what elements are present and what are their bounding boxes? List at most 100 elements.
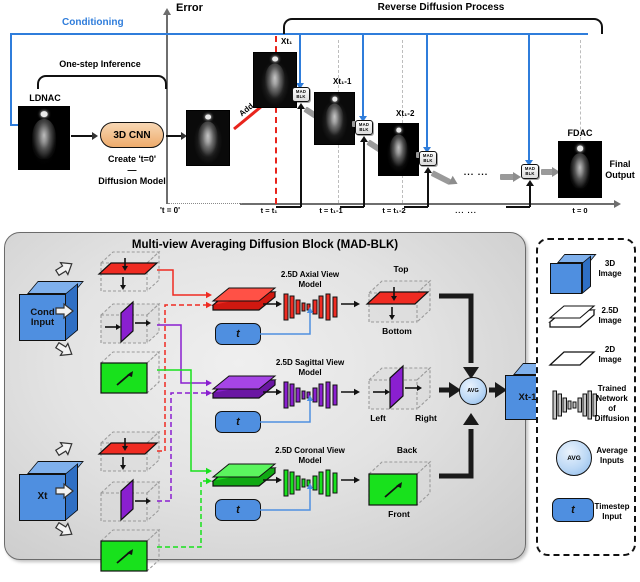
conditioning-label: Conditioning — [62, 17, 124, 28]
legend-avg-label-line1: Average — [596, 446, 628, 455]
xt1m2-state-label: Xt₁-2 — [396, 109, 415, 118]
t0-volume-marker — [205, 114, 211, 120]
final-output-line2: Output — [605, 170, 635, 180]
mad-blk-final-line2: BLK — [525, 170, 535, 176]
sagittal-model-title-line1: 2.5D Sagittal View — [275, 358, 345, 367]
xt-to-coronal-arrow-icon — [54, 521, 75, 544]
mad-blk-3-time-arrowhead — [423, 167, 432, 173]
mad-blk-3[interactable]: MAD BLK — [419, 151, 437, 166]
xt-input-label: Xt — [37, 491, 48, 503]
axial-timestep-label: t — [236, 328, 240, 340]
cnn-label: 3D CNN — [113, 129, 151, 141]
xt1-volume-marker — [272, 56, 278, 62]
xt-to-axial-arrow-icon — [54, 439, 75, 462]
time-label-final: t = 0 — [572, 206, 588, 215]
coronal-model-title-line1: 2.5D Coronal View — [275, 446, 345, 455]
mad-blk-2[interactable]: MAD BLK — [355, 120, 373, 135]
cond-coronal-slice-cube — [95, 347, 165, 399]
error-axis-line — [166, 14, 168, 204]
ellipsis-to-final-arrowhead — [513, 172, 521, 182]
cond-to-sagittal-arrow-icon — [55, 302, 75, 325]
ldnac-to-cnn-arrowhead — [92, 131, 98, 140]
error-axis-label: Error — [176, 2, 203, 14]
coronal-timestep-pill[interactable]: t — [215, 499, 261, 521]
legend-timestep-icon-label: t — [571, 504, 575, 516]
conditioning-wire-left-vertical — [10, 33, 12, 125]
xt-to-sagittal-arrow-icon — [55, 482, 75, 505]
xt1m1-volume-blob — [325, 103, 344, 136]
mad-blk-detail-panel: Multi-view Averaging Diffusion Block (MA… — [4, 232, 568, 572]
axial-output-top-label: Top — [393, 264, 409, 274]
conditioning-drop-3 — [426, 33, 428, 148]
cond-axial-slice-cube — [95, 247, 165, 297]
fdac-volume-marker — [577, 145, 583, 151]
mad-blk-1[interactable]: MAD BLK — [292, 87, 310, 102]
axial-output-cube — [363, 276, 439, 328]
coronal-output-front-label: Front — [388, 509, 410, 519]
sagittal-timestep-pill[interactable]: t — [215, 411, 261, 433]
mad-blk-final[interactable]: MAD BLK — [521, 164, 539, 179]
legend-network-icon — [552, 388, 598, 422]
legend-cube-3d-face — [550, 263, 582, 294]
conditioning-drop-1 — [299, 33, 301, 84]
mad-blk-3-out-arrowhead — [448, 175, 460, 189]
legend-3d-label-line1: 3D — [604, 259, 616, 268]
ldnac-to-cnn-wire — [71, 135, 93, 137]
legend-timestep-pill-icon: t — [552, 498, 594, 522]
legend-2p5d-label-line1: 2.5D — [601, 306, 619, 315]
coronal-network-to-output-arrow — [341, 472, 361, 490]
coronal-output-cube — [363, 457, 439, 511]
time-label-3: t = t₁-2 — [382, 206, 406, 215]
mad-panel-title: Multi-view Averaging Diffusion Block (MA… — [131, 239, 399, 251]
conditioning-drop-4 — [528, 33, 530, 161]
xt1m1-volume — [314, 92, 355, 145]
mad-output-label: Xt-1 — [518, 391, 537, 403]
xt1m2-volume — [378, 123, 419, 176]
mad-blk-final-time-wire — [529, 185, 531, 207]
xt-coronal-slice-cube — [95, 525, 165, 577]
legend-2d-label-line2: Image — [598, 355, 622, 364]
legend-2p5d-label-line2: Image — [598, 316, 622, 325]
ldnac-volume-blob — [32, 119, 56, 160]
coronal-timestep-wire — [260, 483, 318, 513]
cnn-caption-line1: Create 't=0' — [107, 154, 157, 164]
xt1m2-volume-marker — [395, 127, 402, 133]
one-step-inference-label: One-step Inference — [59, 59, 141, 69]
sagittal-model-title-line2: Model — [298, 368, 322, 377]
mad-blk-3-time-wire-h — [404, 206, 428, 208]
legend-timestep-label-line1: Timestep — [594, 502, 630, 511]
axial-model-title-line2: Model — [298, 280, 322, 289]
mad-blk-3-line2: BLK — [423, 157, 433, 163]
cond-input-line2: Input — [30, 316, 55, 328]
cond-to-axial-arrow-icon — [54, 259, 75, 282]
t0-volume — [186, 110, 230, 166]
legend-network-label-line2: Network — [596, 394, 628, 403]
legend-panel: 3D Image 2.5D Image 2D Image Trained Net… — [536, 238, 636, 556]
legend-timestep-label-line2: Input — [602, 512, 622, 521]
cnn-block: 3D CNN — [100, 122, 164, 148]
xt1m2-volume-blob — [389, 134, 408, 167]
xt1m1-state-label: Xt₁-1 — [333, 77, 352, 86]
legend-cube-3d-side — [582, 255, 591, 294]
reverse-diffusion-bracket — [283, 18, 603, 34]
coronal-timestep-label: t — [236, 504, 240, 516]
legend-cube-3d-icon — [550, 254, 597, 294]
mad-blk-2-line2: BLK — [359, 126, 369, 132]
axial-model-title-line1: 2.5D Axial View — [280, 270, 340, 279]
one-step-inference-bracket — [37, 75, 167, 89]
legend-plane-2d-icon — [548, 348, 600, 370]
xt-axial-slice-cube — [95, 427, 165, 477]
cond-sagittal-slice-cube — [95, 299, 165, 349]
axial-timestep-pill[interactable]: t — [215, 323, 261, 345]
fdac-volume-blob — [569, 152, 591, 189]
xt1-volume — [253, 52, 297, 108]
ldnac-volume-marker — [40, 111, 48, 118]
sagittal-output-right-label: Right — [415, 413, 437, 423]
cnn-to-t0-wire — [166, 135, 182, 137]
legend-network-label-line3: of — [608, 404, 616, 413]
legend-avg-label-line2: Inputs — [600, 456, 624, 465]
final-output-line1: Final — [609, 159, 631, 169]
axial-network-to-output-arrow — [341, 296, 361, 314]
error-axis-arrowhead — [162, 8, 171, 15]
xt1-state-label: Xt₁ — [281, 37, 293, 46]
